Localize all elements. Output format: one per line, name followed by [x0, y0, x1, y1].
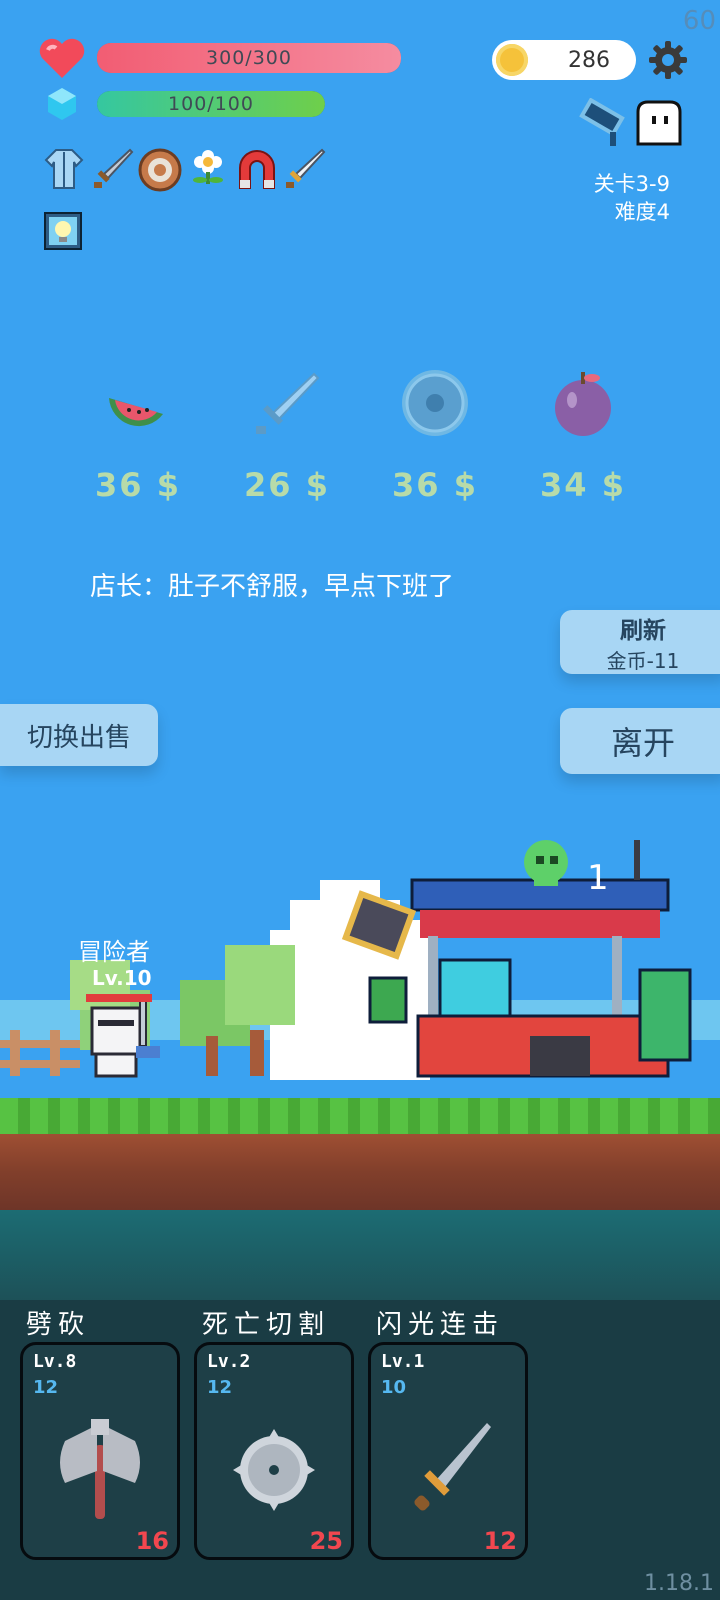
refresh-cost: 金币-11: [606, 648, 680, 673]
adventurer-level: Lv.10: [92, 966, 152, 990]
skill-damage: 25: [309, 1527, 343, 1555]
hp-text: 300/300: [206, 47, 292, 69]
sword-icon: [414, 1423, 491, 1511]
gold-value: 286: [568, 48, 610, 73]
water: [0, 1210, 720, 1310]
axe-icon: [60, 1419, 140, 1519]
grass: [0, 1098, 720, 1134]
adventurer-name: 冒险者: [78, 938, 150, 966]
skill-card-chop[interactable]: Lv.8 12 16: [20, 1342, 180, 1560]
skill-damage: 16: [135, 1527, 169, 1555]
adventurer-hp-bar: [86, 994, 152, 1002]
switch-sell-button[interactable]: 切换出售: [0, 704, 158, 766]
sword-icon[interactable]: [284, 148, 326, 190]
coin-icon: [496, 44, 528, 76]
sword-icon: [256, 372, 320, 434]
apple-icon: [555, 372, 611, 436]
sawblade-icon: [233, 1429, 315, 1511]
hp-bar: 300/300: [97, 43, 401, 73]
mp-bar: 100/100: [97, 91, 325, 117]
shop-price: 26 $: [244, 466, 330, 504]
magnet-icon[interactable]: [236, 148, 278, 190]
mp-text: 100/100: [168, 93, 254, 115]
sword-icon[interactable]: [92, 148, 134, 190]
skill-card-death-cut[interactable]: Lv.2 12 25: [194, 1342, 354, 1560]
stage-info: 关卡3-9 难度4: [594, 170, 670, 226]
ghost-pet-icon[interactable]: [634, 98, 684, 148]
stage-difficulty: 难度4: [614, 200, 670, 224]
kill-count: 1: [587, 858, 609, 898]
shop-item-sword[interactable]: 26 $: [232, 368, 342, 504]
leave-button[interactable]: 离开: [560, 708, 720, 774]
skill-cost: 12: [207, 1377, 233, 1398]
shield-icon: [402, 370, 468, 436]
refresh-label: 刷新: [620, 617, 666, 644]
shop-item-watermelon[interactable]: 36 $: [83, 368, 193, 504]
skill-name: 劈砍: [26, 1310, 91, 1340]
refresh-button[interactable]: 刷新 金币-11: [560, 610, 720, 674]
shop-price: 34 $: [540, 466, 626, 504]
skill-level: Lv.2: [207, 1351, 251, 1372]
flower-icon[interactable]: [190, 148, 226, 188]
pixel-map-icon[interactable]: [576, 98, 632, 150]
skill-damage: 12: [483, 1527, 517, 1555]
dirt: [0, 1134, 720, 1210]
skill-name: 闪光连击: [376, 1310, 505, 1340]
skill-cost: 12: [33, 1377, 59, 1398]
gear-icon[interactable]: [648, 40, 688, 80]
version-label: 1.18.1: [644, 1571, 714, 1596]
shield-icon[interactable]: [138, 148, 182, 192]
heart-icon: [39, 38, 85, 78]
mana-crystal-icon: [48, 88, 76, 120]
robe-icon[interactable]: [44, 148, 84, 190]
shop-item-shield[interactable]: 36 $: [380, 368, 490, 504]
fps-counter: 60: [682, 6, 716, 36]
skill-cost: 10: [381, 1377, 407, 1398]
skill-card-flash-combo[interactable]: Lv.1 10 12: [368, 1342, 528, 1560]
shop-price: 36 $: [95, 466, 181, 504]
skill-level: Lv.1: [381, 1351, 425, 1372]
shop-price: 36 $: [392, 466, 478, 504]
stage-level: 关卡3-9: [593, 172, 670, 196]
gold-counter: 286: [492, 40, 636, 80]
shopkeeper-dialog: 店长：肚子不舒服，早点下班了: [90, 572, 455, 602]
skill-level: Lv.8: [33, 1351, 77, 1372]
skill-name: 死亡切割: [202, 1310, 331, 1340]
shop-item-apple[interactable]: 34 $: [528, 368, 638, 504]
lightbulb-icon[interactable]: [44, 212, 82, 250]
watermelon-icon: [109, 398, 163, 427]
